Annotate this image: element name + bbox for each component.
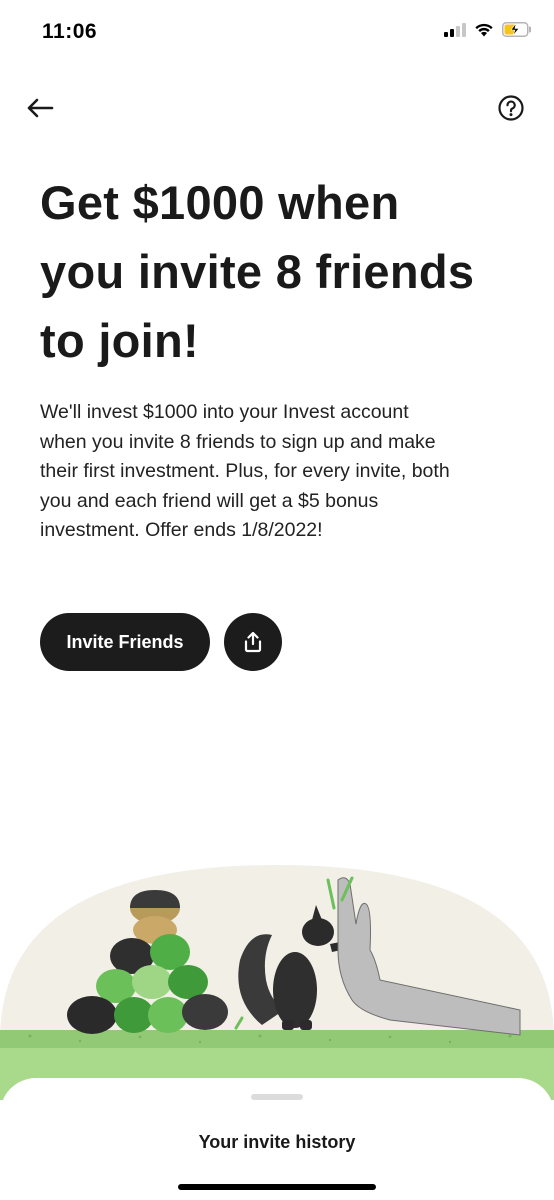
battery-charging-icon: [502, 22, 531, 37]
share-upload-icon: [244, 631, 262, 653]
description-line: when you invite 8 friends to sign up and…: [40, 430, 436, 453]
description-line: their first investment. Plus, for every …: [40, 460, 450, 482]
question-mark-circle-icon: [498, 95, 524, 121]
invite-friends-screen: 11:06 Get $1000 when you invite 8 friend…: [0, 0, 554, 1200]
description-line: We'll invest $1000 into your Invest acco…: [40, 401, 409, 423]
headline-line: you invite 8 friends: [40, 245, 475, 298]
status-icons: [444, 22, 532, 37]
promo-description: We'll invest $1000 into your Invest acco…: [40, 398, 510, 546]
headline-line: Get $1000 when: [40, 176, 400, 229]
arrow-left-icon: [27, 98, 54, 118]
sheet-drag-handle[interactable]: [251, 1094, 303, 1100]
promo-headline: Get $1000 when you invite 8 friends to j…: [40, 168, 520, 375]
status-time: 11:06: [42, 20, 98, 43]
home-indicator[interactable]: [178, 1184, 376, 1190]
invite-history-title: Your invite history: [198, 1132, 356, 1152]
squirrel-high-five-illustration: [0, 865, 554, 1100]
description-line: you and each friend will get a $5 bonus: [40, 489, 379, 512]
wifi-icon: [475, 23, 493, 37]
back-button[interactable]: [24, 92, 56, 124]
headline-line: to join!: [40, 314, 200, 367]
status-bar: 11:06: [0, 0, 554, 64]
invite-history-sheet[interactable]: Your invite history: [0, 1078, 554, 1200]
invite-friends-button[interactable]: Invite Friends: [40, 613, 210, 671]
help-button[interactable]: [498, 95, 524, 121]
cellular-signal-icon: [444, 22, 466, 37]
share-button[interactable]: [224, 613, 282, 671]
description-line: investment. Offer ends 1/8/2022!: [40, 519, 323, 541]
